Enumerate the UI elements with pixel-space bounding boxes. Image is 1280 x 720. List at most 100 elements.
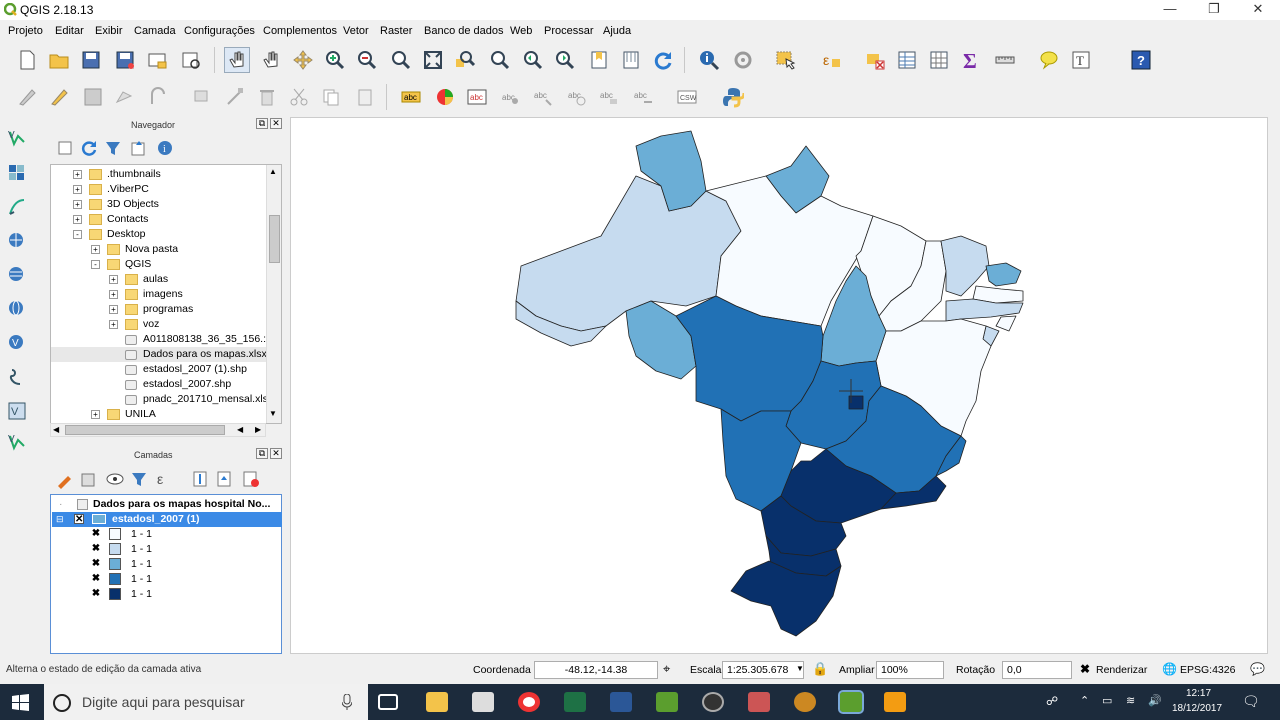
hscroll-thumb[interactable] [65, 425, 225, 435]
open-project-icon[interactable] [46, 47, 72, 73]
navigator-item[interactable]: + programas [51, 302, 267, 317]
help-icon[interactable]: ? [1128, 47, 1154, 73]
navigator-tree[interactable]: + .thumbnails + .ViberPC +3D Objects + Contact… [50, 164, 282, 424]
refresh-icon[interactable] [76, 135, 102, 161]
composer-manager-icon[interactable] [178, 47, 204, 73]
chrome-icon[interactable] [518, 692, 540, 712]
navigator-item[interactable]: estadosl_2007.shp [51, 377, 267, 392]
navigator-item[interactable]: + UNILA [51, 407, 267, 422]
paste-features-icon[interactable] [352, 84, 378, 110]
expand-icon[interactable]: + [109, 290, 118, 299]
menu-vetor[interactable]: Vetor [343, 25, 369, 37]
legend-class-row[interactable]: ✖ 1 - 1 [51, 587, 281, 602]
remove-layer-icon[interactable] [238, 466, 264, 492]
legend-class-row[interactable]: ✖ 1 - 1 [51, 542, 281, 557]
change-label-icon[interactable]: abc [596, 84, 622, 110]
expand-icon[interactable]: + [73, 200, 82, 209]
toggle-extents-icon[interactable]: ⌖ [663, 661, 670, 677]
layer-visibility-checkbox[interactable]: ✕ [74, 514, 84, 525]
add-wfs-layer-icon[interactable] [4, 296, 30, 322]
menu-raster[interactable]: Raster [380, 25, 412, 37]
wifi-icon[interactable]: ≋ [1126, 694, 1135, 707]
navigator-item[interactable]: - Desktop [51, 227, 267, 242]
expand-icon[interactable]: + [73, 215, 82, 224]
node-tool-icon[interactable] [222, 84, 248, 110]
obs-icon[interactable] [702, 692, 724, 712]
close-panel-button[interactable]: ✕ [270, 118, 282, 129]
properties-icon[interactable]: i [152, 135, 178, 161]
legend-class-row[interactable]: ✖ 1 - 1 [51, 572, 281, 587]
menu-processar[interactable]: Processar [544, 25, 594, 37]
navigator-hscrollbar[interactable]: ◀ ◀ ▶ [50, 423, 266, 437]
collapse-all-icon[interactable] [126, 135, 152, 161]
firefox-icon[interactable] [794, 692, 816, 712]
expand-icon[interactable]: + [109, 275, 118, 284]
show-hidden-icons[interactable]: ⌃ [1080, 694, 1089, 707]
zoom-out-icon[interactable] [354, 47, 380, 73]
new-bookmark-icon[interactable] [586, 47, 612, 73]
new-print-composer-icon[interactable] [144, 47, 170, 73]
expand-icon[interactable]: + [73, 170, 82, 179]
navigator-item[interactable]: pnadc_201710_mensal.xls [51, 392, 268, 407]
expand-icon[interactable]: + [109, 305, 118, 314]
action-icon[interactable] [730, 47, 756, 73]
navigator-item[interactable]: Dados para os mapas.xlsx [51, 347, 267, 362]
map-canvas[interactable] [290, 117, 1268, 654]
zoom-to-selection-icon[interactable] [452, 47, 478, 73]
show-hide-labels-icon[interactable]: abc [630, 84, 656, 110]
navigator-item[interactable]: + Contacts [51, 212, 267, 227]
minimize-button[interactable]: — [1150, 0, 1190, 20]
copy-features-icon[interactable] [318, 84, 344, 110]
magnifier-field[interactable]: 100% [876, 661, 944, 679]
filter-legend-icon[interactable] [126, 466, 152, 492]
manage-visibility-icon[interactable] [102, 466, 128, 492]
scroll-down-icon[interactable]: ▼ [269, 409, 277, 418]
menu-banco-de-dados[interactable]: Banco de dados [424, 25, 504, 37]
scroll-right-icon[interactable]: ▶ [255, 425, 261, 434]
navigator-item[interactable]: - QGIS [51, 257, 267, 272]
crs-label[interactable]: EPSG:4326 [1180, 664, 1235, 676]
zoom-to-layer-icon[interactable] [486, 47, 512, 73]
clock-date[interactable]: 18/12/2017 [1172, 703, 1222, 714]
calculator-icon[interactable] [472, 692, 494, 712]
clock-time[interactable]: 12:17 [1186, 688, 1211, 699]
save-as-icon[interactable] [112, 47, 138, 73]
add-route-layer-icon[interactable] [4, 364, 30, 390]
cut-features-icon[interactable] [286, 84, 312, 110]
filter-expression-icon[interactable]: ε [152, 466, 178, 492]
coordinate-field[interactable]: -48.12,-14.38 [534, 661, 658, 679]
scale-field[interactable]: 1:25.305.678 [722, 661, 804, 679]
scroll-thumb[interactable] [269, 215, 280, 263]
add-delimited-text-icon[interactable] [4, 194, 30, 220]
menu-configuracoes[interactable]: Configurações [184, 25, 255, 37]
add-wms-layer-icon[interactable] [4, 228, 30, 254]
move-feature-icon[interactable] [190, 84, 216, 110]
collapse-icon[interactable]: - [91, 260, 100, 269]
attribute-table-icon[interactable] [894, 47, 920, 73]
lock-icon[interactable]: 🔒 [812, 661, 828, 677]
close-layers-button[interactable]: ✕ [270, 448, 282, 459]
collapse-icon[interactable]: - [73, 230, 82, 239]
zoom-native-icon[interactable] [388, 47, 414, 73]
zoom-last-icon[interactable] [520, 47, 546, 73]
volume-icon[interactable]: 🔊 [1148, 694, 1162, 707]
class-visibility-checkbox[interactable]: ✖ [91, 559, 101, 569]
save-edits-icon[interactable] [80, 84, 106, 110]
action-center-icon[interactable]: 🗨 [1242, 693, 1260, 710]
navigator-item[interactable]: + aulas [51, 272, 267, 287]
add-raster-layer-icon[interactable] [4, 160, 30, 186]
new-shapefile-icon[interactable]: V [4, 398, 30, 424]
render-checkbox[interactable]: ✖ [1080, 662, 1090, 676]
toggle-editing-icon[interactable] [46, 84, 72, 110]
text-annotation-icon[interactable]: T [1068, 47, 1094, 73]
menu-camada[interactable]: Camada [134, 25, 176, 37]
navigator-item[interactable]: + voz [51, 317, 267, 332]
refresh-icon[interactable] [650, 47, 676, 73]
add-feature-icon[interactable] [112, 84, 138, 110]
new-spatialite-icon[interactable]: V [4, 430, 30, 456]
expand-icon[interactable]: + [91, 410, 100, 419]
navigator-item[interactable]: estadosl_2007 (1).shp [51, 362, 267, 377]
navigator-item[interactable]: + .thumbnails [51, 167, 267, 182]
scale-dropdown-icon[interactable]: ▼ [796, 664, 804, 673]
add-vector-layer-icon[interactable]: V [4, 126, 30, 152]
